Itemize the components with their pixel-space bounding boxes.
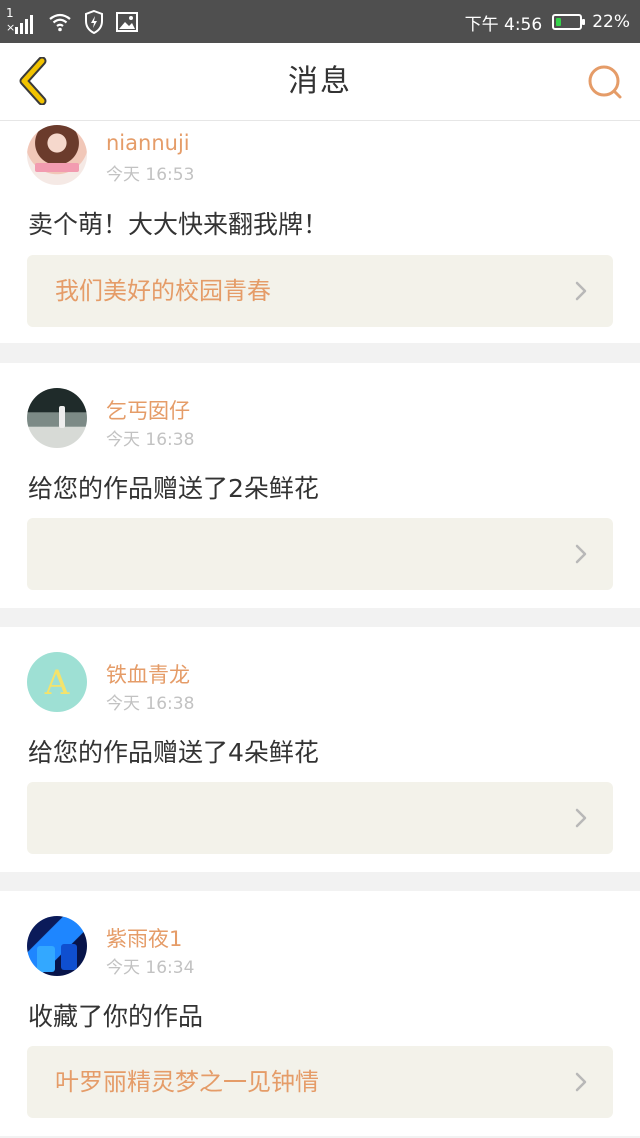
message-time: 今天 16:38: [106, 694, 195, 714]
nav-bar: 消息: [0, 43, 640, 121]
sim-slot-label: 1: [6, 6, 14, 20]
sender-name[interactable]: 乞丐囡仔: [106, 395, 190, 425]
message-card: niannuji 今天 16:53 卖个萌！大大快来翻我牌！ 我们美好的校园青春: [0, 121, 640, 343]
message-text: 给您的作品赠送了2朵鲜花: [28, 474, 319, 503]
chevron-right-icon: [575, 281, 587, 301]
avatar[interactable]: A: [27, 652, 87, 712]
avatar[interactable]: [27, 388, 87, 448]
search-icon[interactable]: [586, 63, 624, 101]
chevron-right-icon: [575, 808, 587, 828]
signal-icon: 1 ×: [6, 6, 36, 36]
battery-percent: 22%: [592, 12, 630, 32]
status-bar: 1 × 下午 4:56 22%: [0, 0, 640, 43]
message-time: 今天 16:38: [106, 430, 195, 450]
message-card: 乞丐囡仔 今天 16:38 给您的作品赠送了2朵鲜花: [0, 363, 640, 608]
avatar[interactable]: [27, 125, 87, 185]
message-text: 收藏了你的作品: [28, 1002, 204, 1031]
work-link[interactable]: 叶罗丽精灵梦之一见钟情: [27, 1046, 613, 1118]
message-time: 今天 16:34: [106, 958, 195, 978]
work-link[interactable]: [27, 782, 613, 854]
work-title: 我们美好的校园青春: [55, 277, 271, 305]
sender-name[interactable]: 铁血青龙: [106, 659, 190, 689]
sender-name[interactable]: 紫雨夜1: [106, 923, 182, 953]
chevron-right-icon: [575, 544, 587, 564]
page-title: 消息: [288, 64, 352, 99]
work-link[interactable]: 我们美好的校园青春: [27, 255, 613, 327]
chevron-right-icon: [575, 1072, 587, 1092]
battery-level-fill: [556, 18, 562, 26]
image-icon: [116, 12, 138, 32]
wifi-icon: [49, 13, 71, 32]
work-link[interactable]: [27, 518, 613, 590]
message-text: 卖个萌！大大快来翻我牌！: [28, 210, 329, 239]
battery-icon: [552, 14, 586, 30]
message-card: 紫雨夜1 今天 16:34 收藏了你的作品 叶罗丽精灵梦之一见钟情: [0, 891, 640, 1136]
message-time: 今天 16:53: [106, 165, 195, 185]
message-card: A 铁血青龙 今天 16:38 给您的作品赠送了4朵鲜花: [0, 627, 640, 872]
message-text: 给您的作品赠送了4朵鲜花: [28, 738, 319, 767]
avatar[interactable]: [27, 916, 87, 976]
work-title: 叶罗丽精灵梦之一见钟情: [55, 1068, 319, 1096]
shield-icon: [85, 10, 103, 34]
sender-name[interactable]: niannuji: [106, 131, 190, 155]
status-time: 下午 4:56: [464, 14, 543, 35]
